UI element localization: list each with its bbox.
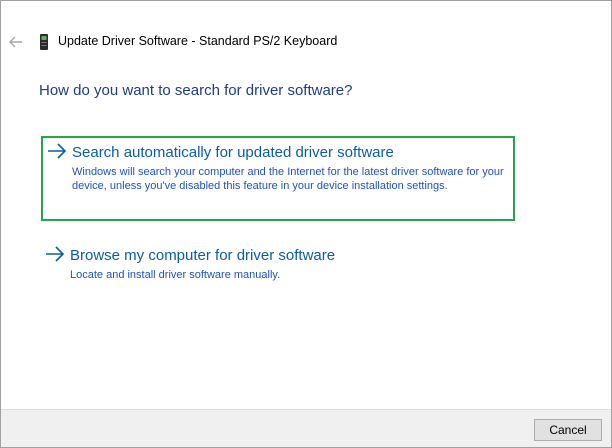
dialog-title: Update Driver Software - Standard PS/2 K…: [58, 34, 338, 48]
page-heading: How do you want to search for driver sof…: [39, 82, 353, 99]
back-arrow-icon: [9, 36, 22, 48]
cancel-button[interactable]: Cancel: [534, 419, 602, 441]
arrow-right-icon: [46, 246, 65, 262]
arrow-right-icon: [48, 143, 67, 159]
option-description: Locate and install driver software manua…: [70, 269, 281, 281]
option-title: Search automatically for updated driver …: [72, 144, 394, 161]
keyboard-device-icon: [40, 34, 48, 50]
browse-computer-option[interactable]: Browse my computer for driver software L…: [41, 241, 515, 291]
option-description: Windows will search your computer and th…: [72, 166, 504, 192]
search-automatically-option[interactable]: Search automatically for updated driver …: [41, 136, 515, 221]
dialog-header: Update Driver Software - Standard PS/2 K…: [1, 1, 611, 50]
back-button[interactable]: [5, 31, 27, 53]
update-driver-dialog: Update Driver Software - Standard PS/2 K…: [0, 0, 612, 448]
dialog-footer: Cancel: [1, 409, 611, 447]
option-title: Browse my computer for driver software: [70, 247, 336, 264]
